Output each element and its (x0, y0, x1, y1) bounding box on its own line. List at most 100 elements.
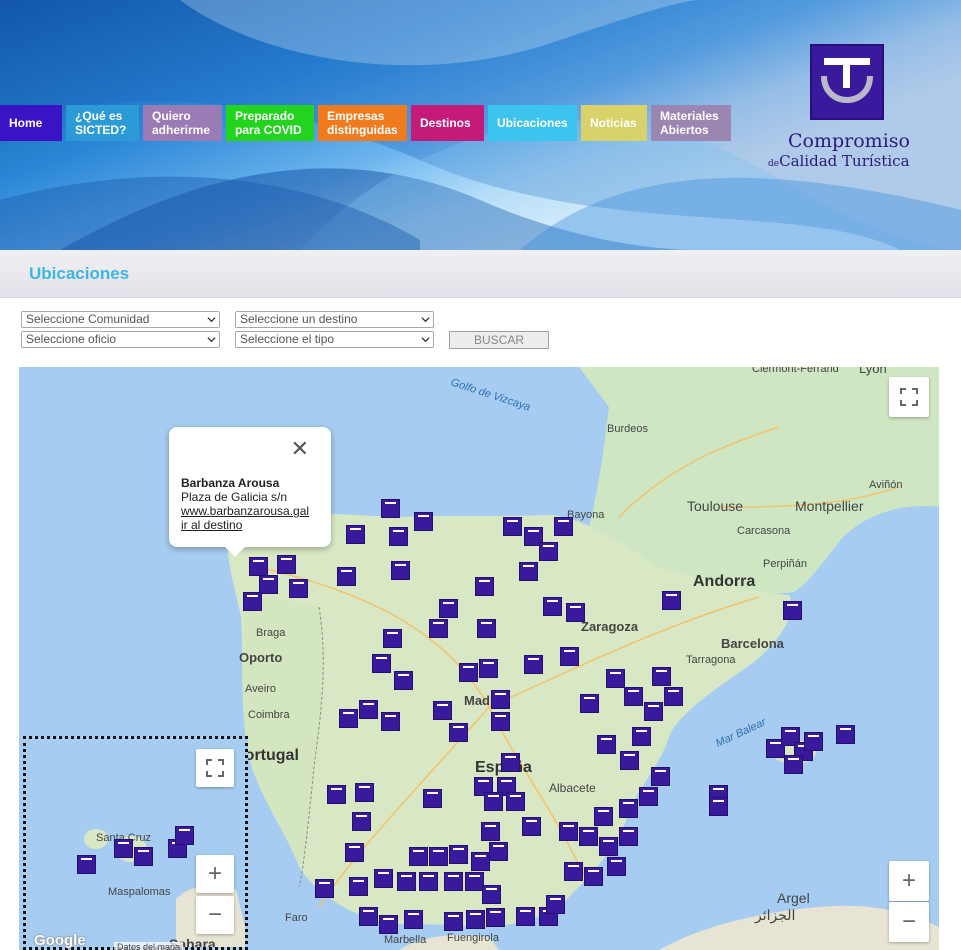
location-marker[interactable] (355, 783, 374, 802)
location-marker[interactable] (783, 601, 802, 620)
locations-map[interactable]: Golfo de Vizcaya Mar Balear Lyon Clermon… (19, 367, 939, 950)
location-marker[interactable] (449, 723, 468, 742)
location-marker[interactable] (346, 525, 365, 544)
location-marker[interactable] (414, 512, 433, 531)
map-data-attribution[interactable]: Datos del mapa (114, 942, 184, 950)
location-marker[interactable] (564, 862, 583, 881)
location-marker[interactable] (315, 879, 334, 898)
location-marker[interactable] (289, 579, 308, 598)
inset-zoom-out-button[interactable]: − (196, 896, 234, 934)
location-marker[interactable] (486, 908, 505, 927)
location-marker[interactable] (477, 619, 496, 638)
location-marker[interactable] (337, 567, 356, 586)
location-marker[interactable] (597, 735, 616, 754)
location-marker[interactable] (594, 807, 613, 826)
location-marker[interactable] (439, 599, 458, 618)
nav-ubicaciones[interactable]: Ubicaciones (488, 105, 577, 141)
location-marker[interactable] (491, 690, 510, 709)
location-marker[interactable] (804, 732, 823, 751)
location-marker[interactable] (506, 792, 525, 811)
location-marker[interactable] (391, 561, 410, 580)
location-marker[interactable] (277, 555, 296, 574)
location-marker[interactable] (481, 822, 500, 841)
location-marker[interactable] (836, 725, 855, 744)
location-marker[interactable] (624, 687, 643, 706)
location-marker[interactable] (372, 654, 391, 673)
location-marker[interactable] (606, 669, 625, 688)
location-marker[interactable] (619, 827, 638, 846)
location-marker[interactable] (444, 912, 463, 931)
location-marker[interactable] (394, 671, 413, 690)
location-marker[interactable] (599, 837, 618, 856)
location-marker[interactable] (383, 629, 402, 648)
location-marker[interactable] (652, 667, 671, 686)
nav-preparado-covid[interactable]: Preparado para COVID (226, 105, 314, 141)
location-marker[interactable] (554, 517, 573, 536)
location-marker[interactable] (352, 812, 371, 831)
location-marker[interactable] (419, 872, 438, 891)
location-marker[interactable] (607, 857, 626, 876)
zoom-out-button[interactable]: − (889, 902, 929, 942)
location-marker[interactable] (374, 869, 393, 888)
location-marker[interactable] (459, 663, 478, 682)
popup-website-link[interactable]: www.barbanzarousa.gal (181, 504, 319, 518)
location-marker[interactable] (662, 591, 681, 610)
location-marker[interactable] (175, 826, 194, 845)
location-marker[interactable] (429, 619, 448, 638)
location-marker[interactable] (559, 822, 578, 841)
canary-islands-inset[interactable]: Santa Cruz Maspalomas Sahara + − (23, 736, 248, 950)
location-marker[interactable] (444, 872, 463, 891)
location-marker[interactable] (584, 867, 603, 886)
location-marker[interactable] (471, 852, 490, 871)
location-marker[interactable] (560, 647, 579, 666)
location-marker[interactable] (243, 592, 262, 611)
location-marker[interactable] (539, 542, 558, 561)
location-marker[interactable] (359, 907, 378, 926)
tipo-select[interactable]: Seleccione el tipo (235, 331, 434, 348)
location-marker[interactable] (482, 885, 501, 904)
location-marker[interactable] (249, 557, 268, 576)
comunidad-select[interactable]: Seleccione Comunidad (21, 311, 220, 328)
location-marker[interactable] (524, 655, 543, 674)
location-marker[interactable] (784, 755, 803, 774)
close-icon[interactable]: ✕ (291, 438, 309, 460)
location-marker[interactable] (404, 910, 423, 929)
oficio-select[interactable]: Seleccione oficio (21, 331, 220, 348)
location-marker[interactable] (664, 687, 683, 706)
location-marker[interactable] (345, 843, 364, 862)
location-marker[interactable] (484, 792, 503, 811)
location-marker[interactable] (479, 659, 498, 678)
location-marker[interactable] (519, 562, 538, 581)
location-marker[interactable] (644, 702, 663, 721)
location-marker[interactable] (389, 527, 408, 546)
location-marker[interactable] (475, 577, 494, 596)
popup-destination-link[interactable]: ir al destino (181, 518, 319, 532)
location-marker[interactable] (397, 872, 416, 891)
nav-materiales-abiertos[interactable]: Materiales Abiertos (651, 105, 731, 141)
calidad-turistica-logo[interactable]: Compromiso deCalidad Turística (768, 44, 933, 174)
location-marker[interactable] (449, 845, 468, 864)
location-marker[interactable] (709, 797, 728, 816)
location-marker[interactable] (327, 785, 346, 804)
nav-home[interactable]: Home (0, 105, 62, 141)
location-marker[interactable] (381, 712, 400, 731)
inset-zoom-in-button[interactable]: + (196, 855, 234, 893)
location-marker[interactable] (522, 817, 541, 836)
location-marker[interactable] (503, 517, 522, 536)
nav-empresas-distinguidas[interactable]: Empresas distinguidas (318, 105, 407, 141)
location-marker[interactable] (579, 827, 598, 846)
location-marker[interactable] (491, 712, 510, 731)
location-marker[interactable] (516, 907, 535, 926)
location-marker[interactable] (651, 767, 670, 786)
location-marker[interactable] (639, 787, 658, 806)
location-marker[interactable] (543, 597, 562, 616)
location-marker[interactable] (134, 847, 153, 866)
inset-fullscreen-button[interactable] (196, 749, 234, 787)
nav-que-es-sicted[interactable]: ¿Qué es SICTED? (66, 105, 139, 141)
location-marker[interactable] (349, 877, 368, 896)
location-marker[interactable] (466, 910, 485, 929)
location-marker[interactable] (379, 915, 398, 934)
location-marker[interactable] (546, 895, 565, 914)
location-marker[interactable] (77, 855, 96, 874)
location-marker[interactable] (619, 799, 638, 818)
